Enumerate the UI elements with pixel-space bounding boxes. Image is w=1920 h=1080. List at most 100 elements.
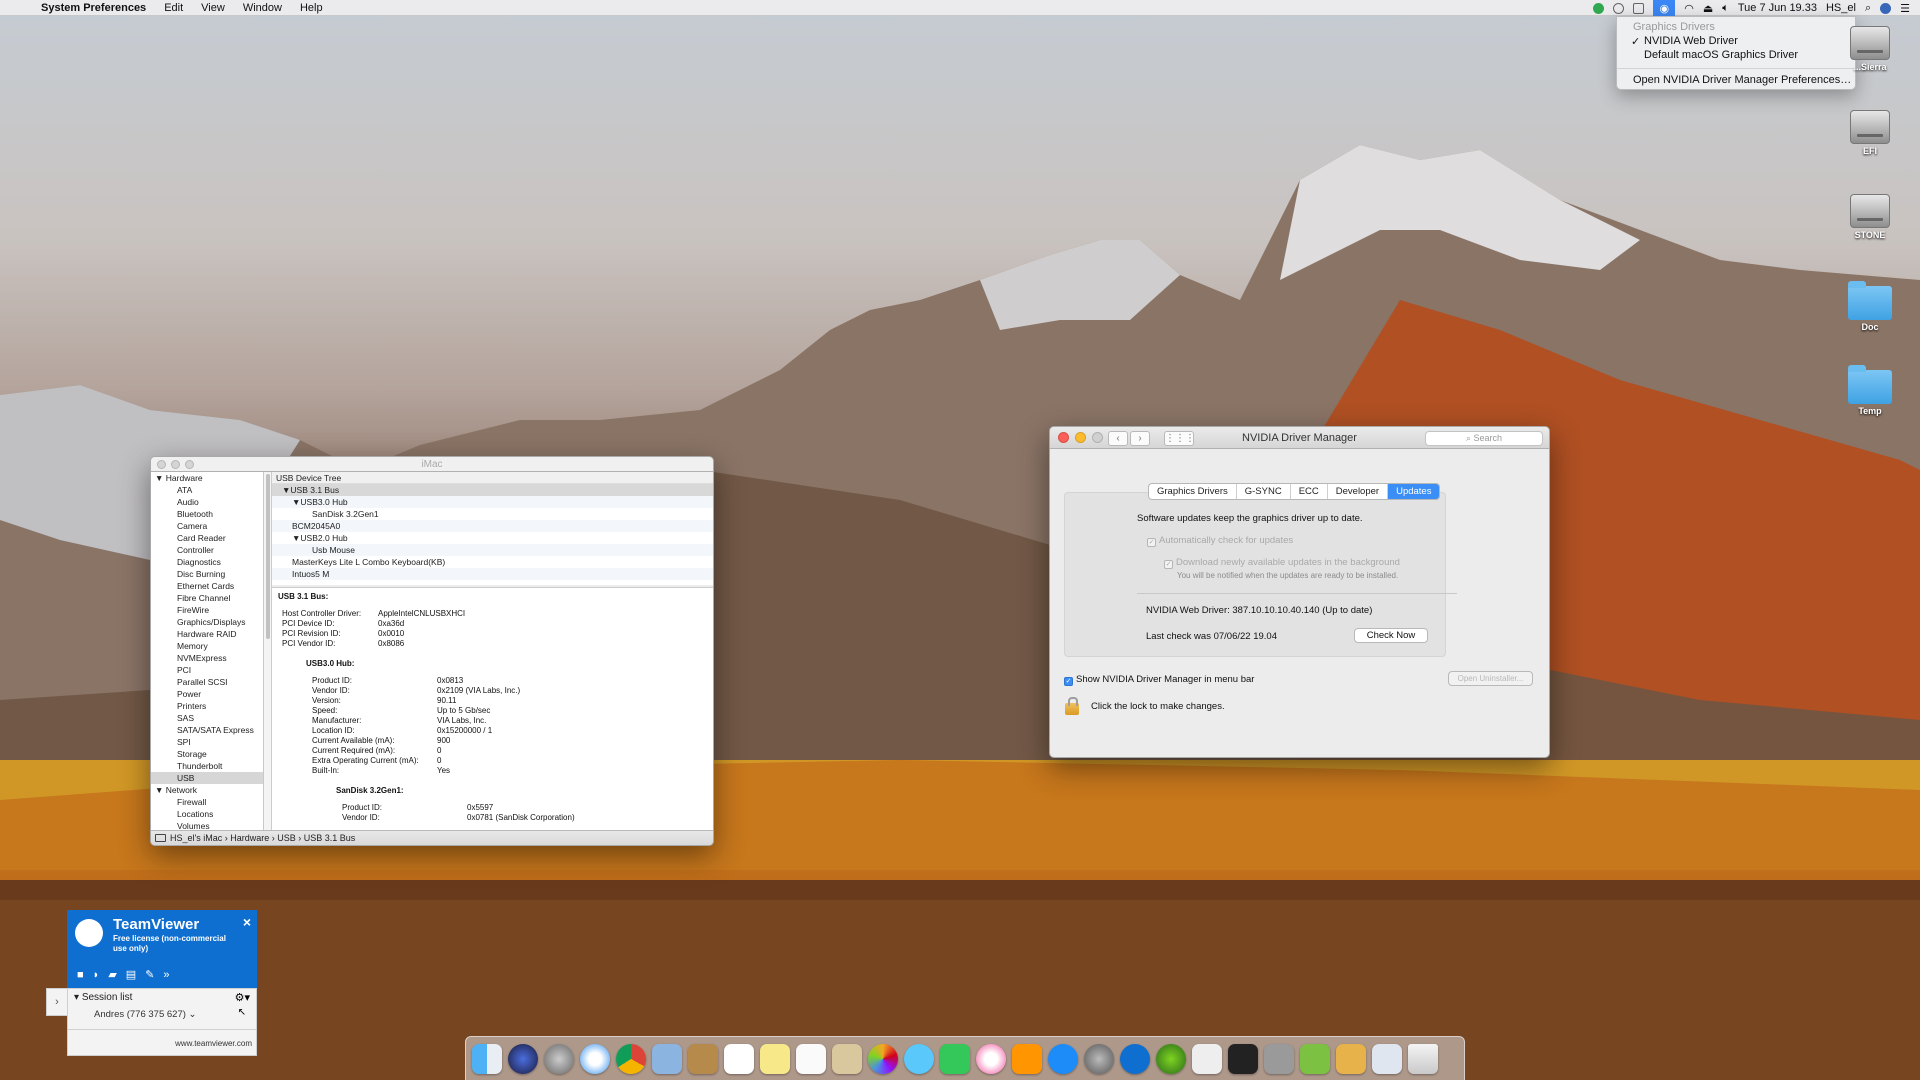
notes-folder-icon[interactable] (688, 1043, 718, 1074)
sidebar-item[interactable]: Controller (151, 544, 263, 556)
sidebar-item[interactable]: ATA (151, 484, 263, 496)
check-now-button[interactable]: Check Now (1354, 628, 1428, 643)
sidebar-item[interactable]: ▼ Network (151, 784, 263, 796)
website-link[interactable]: www.teamviewer.com (175, 1039, 252, 1048)
ibooks-icon[interactable] (1012, 1043, 1042, 1074)
menu-edit[interactable]: Edit (155, 2, 192, 14)
show-in-menubar-checkbox[interactable]: ✓ Show NVIDIA Driver Manager in menu bar (1064, 674, 1254, 686)
zoom-button[interactable] (1092, 432, 1103, 443)
spotlight-icon[interactable]: ⌕ (1865, 2, 1871, 15)
sidebar-item[interactable]: Ethernet Cards (151, 580, 263, 592)
minimize-button[interactable] (1075, 432, 1086, 443)
teamviewer-dock-icon[interactable] (1120, 1043, 1150, 1074)
preview-icon[interactable] (832, 1043, 862, 1074)
sidebar-item[interactable]: SAS (151, 712, 263, 724)
minimize-button[interactable] (171, 459, 180, 469)
video-icon[interactable]: ■ (77, 969, 93, 981)
menu-item-nvidia-web-driver[interactable]: ✓ NVIDIA Web Driver (1617, 35, 1855, 49)
tab-developer[interactable]: Developer (1328, 484, 1389, 499)
sidebar-item[interactable]: Volumes (151, 820, 263, 830)
sidebar-item[interactable]: USB (151, 772, 263, 784)
forward-button[interactable]: › (1130, 431, 1150, 446)
network-utility-icon[interactable] (1156, 1043, 1186, 1074)
sidebar-item[interactable]: Audio (151, 496, 263, 508)
tree-row[interactable]: Usb Mouse (272, 544, 713, 556)
tree-row[interactable]: Intuos5 M (272, 568, 713, 580)
tools-icon[interactable]: ✎ (145, 969, 163, 981)
close-button[interactable] (1058, 432, 1069, 443)
menu-help[interactable]: Help (291, 2, 332, 14)
eject-icon[interactable]: ⏏ (1703, 2, 1713, 15)
desktop-disk-stone[interactable]: STONE (1838, 194, 1902, 240)
messages-icon[interactable] (904, 1043, 934, 1074)
sidebar-scrollbar[interactable] (264, 472, 272, 830)
sidebar-item[interactable]: Printers (151, 700, 263, 712)
menu-view[interactable]: View (192, 2, 234, 14)
sidebar-item[interactable]: Card Reader (151, 532, 263, 544)
sidebar-item[interactable]: Firewall (151, 796, 263, 808)
terminal-icon[interactable] (1228, 1043, 1258, 1074)
desktop-folder-temp[interactable]: Temp (1838, 365, 1902, 416)
gear-icon[interactable]: ⚙▾ (235, 991, 250, 1004)
session-list-header[interactable]: ▾ Session list (74, 992, 132, 1003)
files-icon[interactable]: ▤ (126, 969, 145, 981)
lock-icon[interactable] (1065, 697, 1079, 715)
search-field[interactable]: ⌕ Search (1425, 431, 1543, 446)
sidebar-item[interactable]: Locations (151, 808, 263, 820)
session-contact[interactable]: Andres (776 375 627) ⌄ (94, 1009, 197, 1020)
close-icon[interactable]: × (243, 914, 251, 930)
zoom-button[interactable] (185, 459, 194, 469)
window-titlebar[interactable]: iMac (151, 457, 713, 472)
tab-graphics-drivers[interactable]: Graphics Drivers (1149, 484, 1237, 499)
automator-icon[interactable] (1264, 1043, 1294, 1074)
show-all-grid-icon[interactable]: ⋮⋮⋮ (1164, 431, 1195, 446)
photos-icon[interactable] (868, 1043, 898, 1074)
safari-icon[interactable] (580, 1043, 610, 1074)
desktop-disk-sierra[interactable]: ...Sierra (1838, 26, 1902, 72)
tab-ecc[interactable]: ECC (1291, 484, 1328, 499)
facetime-icon[interactable] (940, 1043, 970, 1074)
launchpad-icon[interactable] (544, 1043, 574, 1074)
menu-item-open-prefs[interactable]: Open NVIDIA Driver Manager Preferences… (1617, 74, 1855, 88)
finder-icon[interactable] (472, 1043, 502, 1074)
menu-item-default-driver[interactable]: Default macOS Graphics Driver (1617, 49, 1855, 63)
desktop-folder-doc[interactable]: Doc (1838, 281, 1902, 332)
app-store-icon[interactable] (1048, 1043, 1078, 1074)
wifi-icon[interactable]: ◠ (1684, 2, 1694, 15)
sidebar-item[interactable]: SATA/SATA Express (151, 724, 263, 736)
reminders-icon[interactable] (796, 1043, 826, 1074)
sidebar-item[interactable]: Parallel SCSI (151, 676, 263, 688)
display-menu-icon[interactable] (1633, 2, 1645, 14)
tree-row[interactable]: ▼USB 3.1 Bus (272, 484, 713, 496)
sidebar-item[interactable]: ▼ Hardware (151, 472, 263, 484)
more-icon[interactable]: » (163, 969, 178, 981)
expand-arrow-icon[interactable]: › (46, 988, 67, 1016)
archive-utility-icon[interactable] (1336, 1043, 1366, 1074)
desktop-disk-efi[interactable]: EFI (1838, 110, 1902, 156)
tab-updates[interactable]: Updates (1388, 484, 1440, 499)
chat-icon[interactable]: ▰ (108, 969, 125, 981)
sidebar-item[interactable]: Fibre Channel (151, 592, 263, 604)
downloads-icon[interactable] (1372, 1043, 1402, 1074)
tree-row[interactable]: ▼USB3.0 Hub (272, 496, 713, 508)
system-preferences-icon[interactable] (1084, 1043, 1114, 1074)
sidebar-item[interactable]: Memory (151, 640, 263, 652)
calendar-icon[interactable] (724, 1043, 754, 1074)
sidebar-item[interactable]: Disc Burning (151, 568, 263, 580)
notification-center-icon[interactable]: ☰ (1900, 2, 1910, 15)
status-green-icon[interactable] (1593, 2, 1605, 14)
notes-icon[interactable] (760, 1043, 790, 1074)
nvidia-menu-icon[interactable]: ◉ (1653, 0, 1676, 16)
sidebar-item[interactable]: Bluetooth (151, 508, 263, 520)
mail-icon[interactable] (652, 1043, 682, 1074)
volume-icon[interactable]: 🔈︎ (1722, 2, 1729, 15)
tree-row[interactable]: ▼USB2.0 Hub (272, 532, 713, 544)
sidebar-item[interactable]: Camera (151, 520, 263, 532)
back-button[interactable]: ‹ (1108, 431, 1128, 446)
tree-row[interactable]: MasterKeys Lite L Combo Keyboard(KB) (272, 556, 713, 568)
chrome-icon[interactable] (616, 1043, 646, 1074)
sidebar-item[interactable]: SPI (151, 736, 263, 748)
tree-row[interactable]: BCM2045A0 (272, 520, 713, 532)
menu-window[interactable]: Window (234, 2, 291, 14)
script-editor-icon[interactable] (1192, 1043, 1222, 1074)
